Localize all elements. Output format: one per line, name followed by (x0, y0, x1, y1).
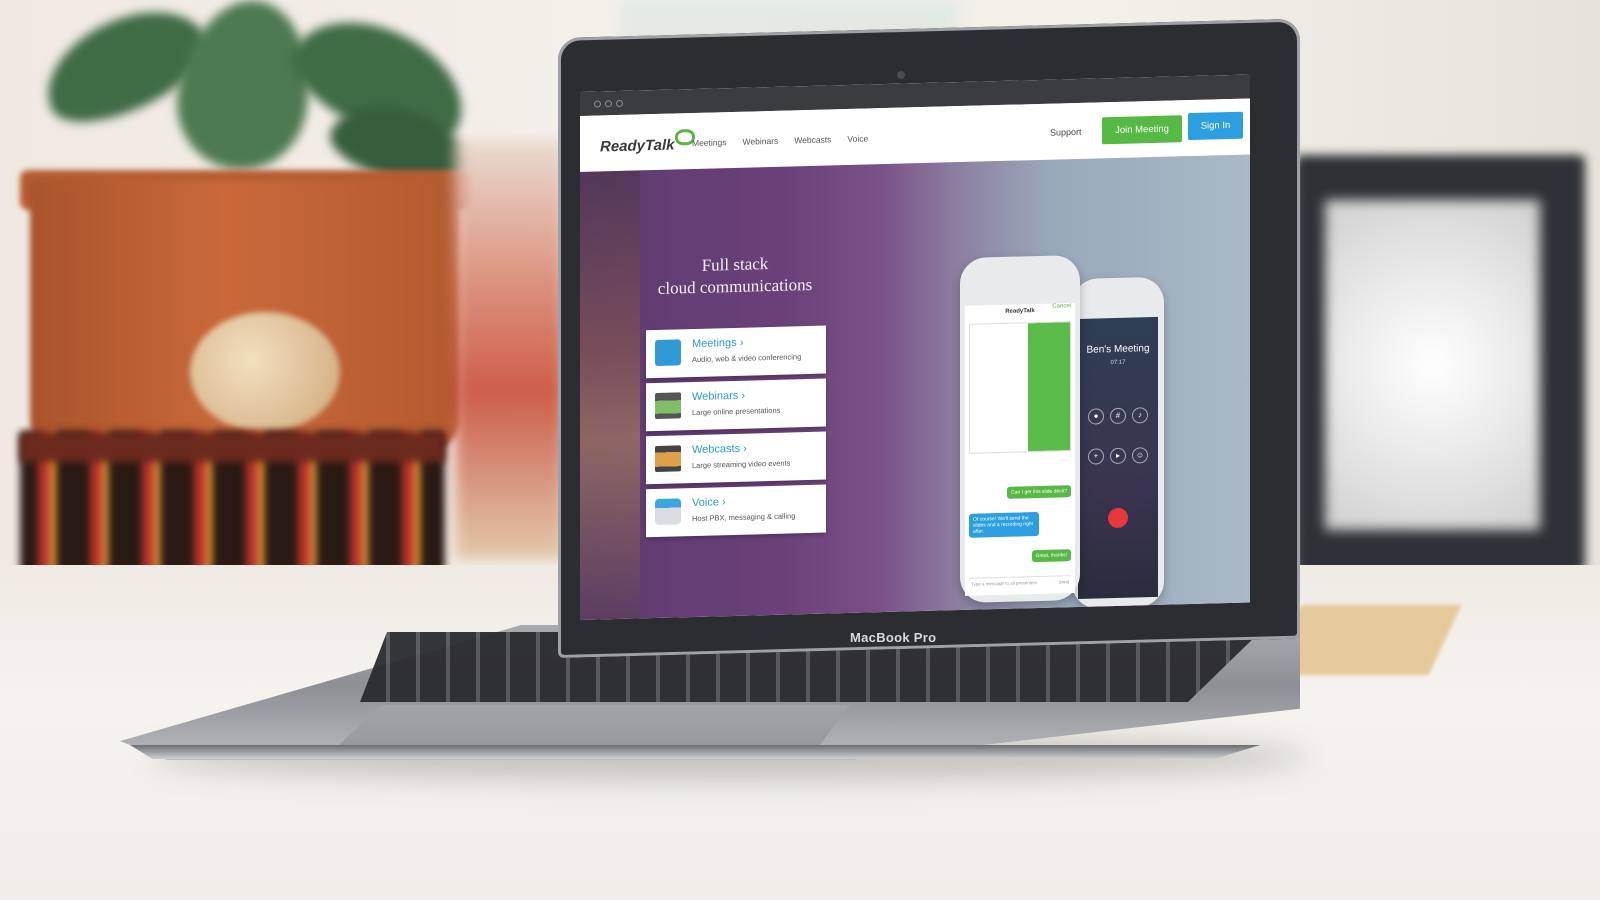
laptop-brand-label: MacBook Pro (850, 630, 937, 645)
phone-call-screen: Ben's Meeting 07:17 ● # ♪ + ▸ ☺ (1078, 316, 1158, 599)
product-card-voice[interactable]: Voice › Host PBX, messaging & calling (646, 484, 826, 538)
product-title: Webcasts › (692, 442, 747, 457)
product-title: Webinars › (692, 389, 745, 404)
hero-title: Full stack cloud communications (640, 251, 830, 300)
chat-message-input[interactable]: Type a message to all presenters Send (969, 575, 1071, 590)
presentation-screen-icon (655, 392, 681, 420)
chat-input-placeholder: Type a message to all presenters (971, 580, 1038, 587)
keypad-icon[interactable]: # (1110, 407, 1126, 425)
contacts-icon[interactable]: ☺ (1132, 447, 1148, 464)
mute-icon[interactable]: ● (1088, 408, 1104, 425)
join-meeting-button[interactable]: Join Meeting (1102, 115, 1182, 145)
nav-webinars[interactable]: Webinars (743, 136, 779, 147)
video-screen-icon (655, 445, 681, 473)
sign-in-button[interactable]: Sign In (1188, 111, 1243, 141)
fabric (455, 140, 565, 560)
product-title: Meetings › (692, 336, 744, 351)
call-time: 07:17 (1110, 359, 1126, 367)
video-icon[interactable]: ▸ (1110, 447, 1126, 465)
chat-send-button[interactable]: Send (1058, 579, 1069, 584)
readytalk-logo[interactable]: ReadyTalk (600, 128, 696, 156)
product-title: Voice › (692, 496, 726, 510)
nav-webcasts[interactable]: Webcasts (794, 134, 831, 145)
logo-text: ReadyTalk (600, 136, 675, 156)
support-link[interactable]: Support (1050, 127, 1082, 138)
nav-voice[interactable]: Voice (847, 133, 868, 144)
hero-photo-edge (580, 170, 640, 620)
phone-chat-screen: ReadyTalk Cancel Can I get this slide de… (965, 303, 1075, 596)
laptop-base-edge (130, 745, 1260, 759)
phone-call: Ben's Meeting 07:17 ● # ♪ + ▸ ☺ (1072, 276, 1164, 610)
hang-up-icon[interactable] (1108, 507, 1128, 529)
picture-frame-photo (1325, 200, 1540, 530)
patterned-box-top (20, 432, 445, 462)
chat-message: Of course! We'll send the slides and a r… (969, 511, 1039, 538)
camera-icon (897, 71, 905, 79)
product-description: Host PBX, messaging & calling (692, 511, 796, 524)
product-description: Audio, web & video conferencing (692, 352, 802, 365)
shared-slide (969, 321, 1071, 454)
product-description: Large streaming video events (692, 458, 791, 471)
call-title: Ben's Meeting (1086, 343, 1150, 356)
product-card-webcasts[interactable]: Webcasts › Large streaming video events (646, 431, 826, 485)
speaker-icon[interactable]: ♪ (1132, 407, 1148, 424)
product-card-meetings[interactable]: Meetings › Audio, web & video conferenci… (646, 325, 826, 379)
nav-meetings[interactable]: Meetings (692, 137, 727, 148)
add-call-icon[interactable]: + (1088, 448, 1104, 465)
chat-message: Can I get this slide deck? (1007, 485, 1071, 499)
phone-server-icon (655, 498, 681, 526)
chat-bubbles-icon (655, 339, 681, 367)
window-minimize-icon[interactable] (605, 99, 612, 107)
product-card-webinars[interactable]: Webinars › Large online presentations (646, 378, 826, 432)
phone-chat: ReadyTalk Cancel Can I get this slide de… (960, 254, 1080, 604)
chat-cancel-button[interactable]: Cancel (1052, 303, 1071, 309)
chat-message: Great, thanks! (1031, 549, 1071, 563)
laptop-screen: ReadyTalk Meetings Webinars Webcasts Voi… (580, 74, 1250, 620)
window-close-icon[interactable] (594, 99, 601, 108)
gourd (190, 312, 340, 432)
product-description: Large online presentations (692, 405, 781, 418)
window-zoom-icon[interactable] (616, 99, 623, 107)
main-nav: Meetings Webinars Webcasts Voice (692, 133, 868, 148)
